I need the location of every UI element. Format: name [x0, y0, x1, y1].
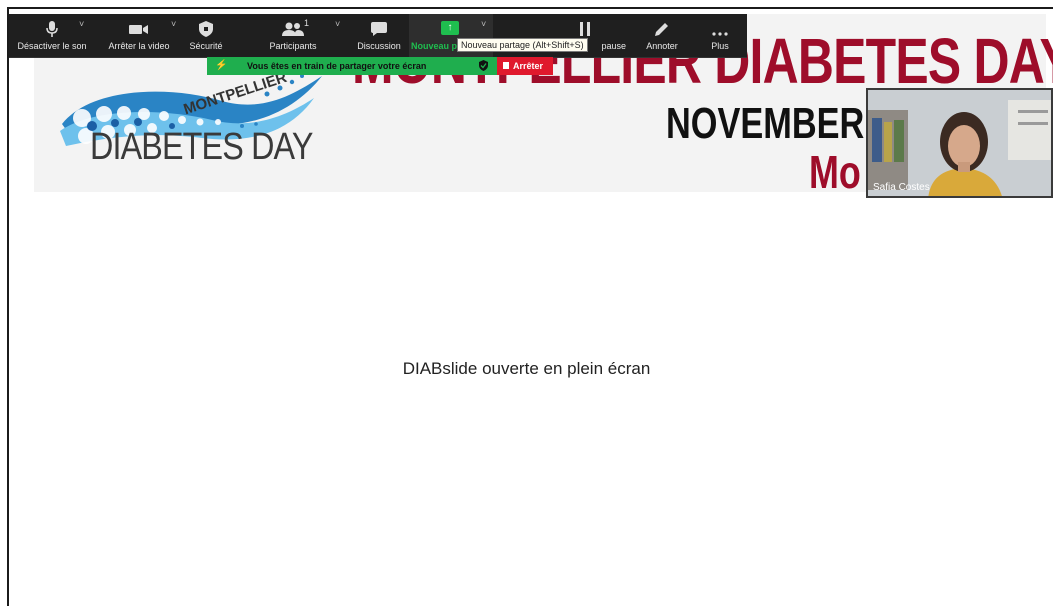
new-share-label: Nouveau p — [411, 41, 458, 51]
video-label: Arrêter la video — [108, 41, 170, 51]
pencil-icon — [655, 23, 668, 36]
shield-check-icon — [479, 60, 488, 71]
chevron-down-icon[interactable]: ˅ — [481, 19, 486, 29]
mute-label: Désactiver le son — [17, 41, 87, 51]
slide-date: NOVEMBER 1 — [666, 99, 893, 148]
chat-button[interactable]: Discussion — [351, 14, 407, 57]
pause-icon — [580, 22, 590, 36]
participants-count: 1 — [304, 18, 310, 28]
fullscreen-status-text: DIABslide ouverte en plein écran — [402, 359, 651, 378]
stop-share-label: Arrêter — [513, 61, 544, 71]
video-camera-icon — [129, 25, 148, 34]
microphone-icon — [46, 21, 58, 37]
participants-icon — [282, 22, 304, 36]
sharing-status-text: Vous êtes en train de partager votre écr… — [247, 61, 427, 71]
participants-label: Participants — [269, 41, 317, 51]
share-arrow-icon: ↑ — [441, 21, 459, 35]
mute-button[interactable]: ˅ Désactiver le son — [9, 14, 95, 57]
shield-icon — [199, 21, 213, 37]
slide-city: Mo — [809, 146, 861, 198]
more-dots-icon — [712, 32, 728, 36]
chat-bubble-icon — [371, 22, 387, 36]
stop-icon — [503, 62, 509, 69]
participants-button[interactable]: 1 Participants — [259, 14, 327, 57]
chevron-down-icon[interactable]: ˅ — [171, 19, 176, 29]
participant-name: Safia Costes — [873, 182, 930, 193]
security-label: Sécurité — [189, 41, 223, 51]
stop-share-button[interactable]: Arrêter — [497, 57, 553, 75]
annotate-label: Annoter — [646, 41, 678, 51]
chevron-down-icon[interactable]: ˅ — [79, 19, 84, 29]
sharing-status-bar: ⚡ Vous êtes en train de partager votre é… — [207, 57, 497, 75]
lightning-icon: ⚡ — [215, 60, 228, 71]
annotate-button[interactable]: Annoter — [637, 14, 687, 57]
new-share-tooltip: Nouveau partage (Alt+Shift+S) — [457, 38, 588, 52]
more-button[interactable]: Plus — [697, 14, 743, 57]
chat-label: Discussion — [357, 41, 401, 51]
meeting-toolbar: ˅ Désactiver le son ˅ Arrêter la video S… — [9, 14, 747, 58]
participant-video[interactable]: Safia Costes — [866, 88, 1053, 198]
chevron-down-icon[interactable]: ˅ — [335, 19, 340, 29]
more-label: Plus — [711, 41, 729, 51]
security-button[interactable]: Sécurité — [183, 14, 229, 57]
video-button[interactable]: ˅ Arrêter la video — [97, 14, 181, 57]
logo-title: DIABETES DAY — [90, 126, 313, 168]
